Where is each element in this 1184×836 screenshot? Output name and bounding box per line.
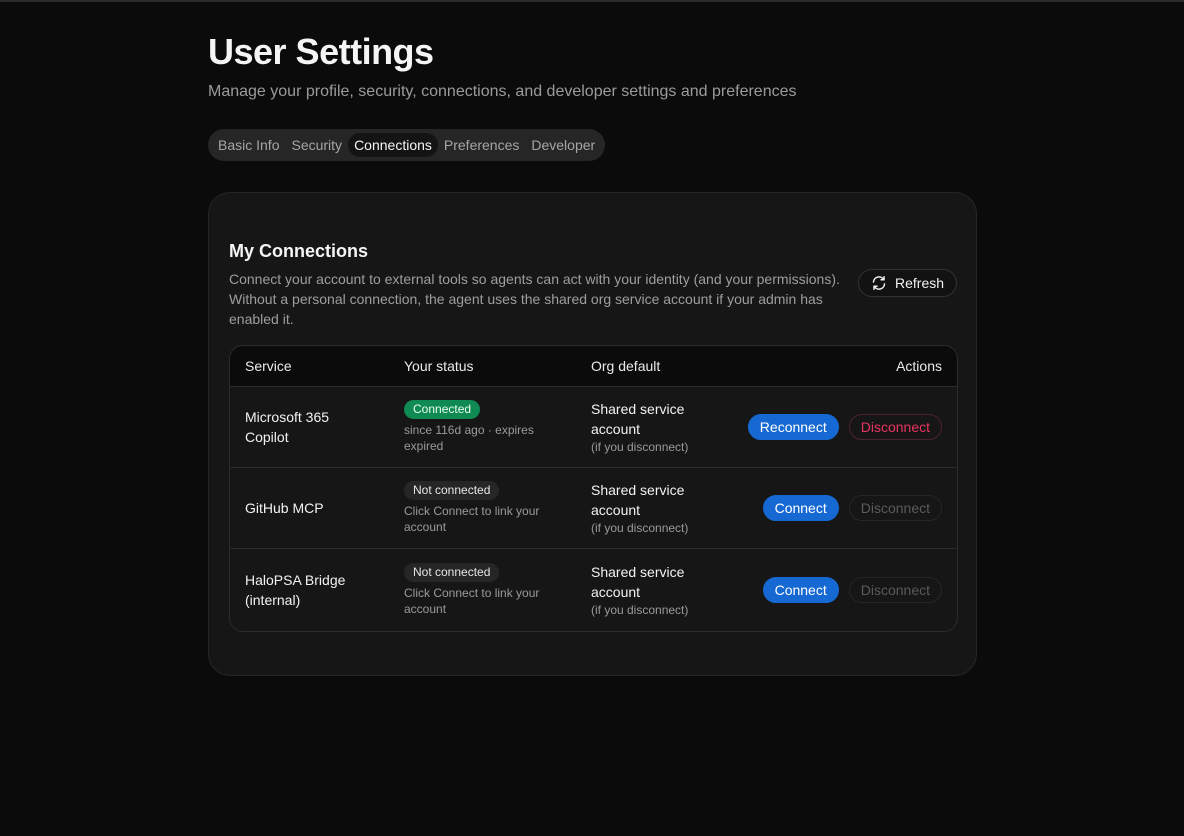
- service-name: HaloPSA Bridge (internal): [245, 572, 346, 608]
- page-subtitle: Manage your profile, security, connectio…: [208, 83, 797, 100]
- org-default-cell: Shared service account (if you disconnec…: [591, 480, 711, 536]
- column-header-status: Your status: [404, 358, 474, 374]
- status-cell: Not connected Click Connect to link your…: [404, 563, 564, 617]
- status-cell: Connected since 116d ago · expires expir…: [404, 400, 564, 454]
- actions-cell: Connect Disconnect: [762, 577, 942, 603]
- connections-card: My Connections Connect your account to e…: [208, 192, 977, 676]
- org-default: Shared service account: [591, 564, 685, 600]
- service-name: Microsoft 365 Copilot: [245, 409, 330, 445]
- table-row: HaloPSA Bridge (internal) Not connected …: [230, 549, 957, 631]
- org-default-cell: Shared service account (if you disconnec…: [591, 399, 711, 455]
- connect-button[interactable]: Connect: [762, 495, 839, 521]
- table-row: GitHub MCP Not connected Click Connect t…: [230, 468, 957, 549]
- reconnect-button[interactable]: Reconnect: [747, 414, 839, 440]
- disconnect-button[interactable]: Disconnect: [848, 414, 942, 440]
- org-default: Shared service account: [591, 482, 685, 518]
- refresh-label: Refresh: [895, 275, 945, 291]
- status-badge: Not connected: [404, 481, 500, 500]
- tab-security[interactable]: Security: [285, 133, 348, 157]
- actions-cell: Connect Disconnect: [762, 495, 942, 521]
- status-note: since 116d ago · expires expired: [404, 423, 534, 453]
- actions-cell: Reconnect Disconnect: [747, 414, 942, 440]
- tab-connections[interactable]: Connections: [348, 133, 438, 157]
- column-header-service: Service: [245, 358, 292, 374]
- tab-basic-info[interactable]: Basic Info: [212, 133, 285, 157]
- org-default: Shared service account: [591, 401, 685, 437]
- settings-tabs: Basic Info Security Connections Preferen…: [208, 129, 606, 161]
- top-border: [0, 0, 1184, 2]
- tab-preferences[interactable]: Preferences: [438, 133, 525, 157]
- table-row: Microsoft 365 Copilot Connected since 11…: [230, 387, 957, 468]
- org-default-note: (if you disconnect): [591, 521, 689, 535]
- card-title: My Connections: [229, 241, 369, 261]
- status-note: Click Connect to link your account: [404, 586, 540, 616]
- card-description: Connect your account to external tools s…: [229, 271, 840, 327]
- card-header: My Connections Connect your account to e…: [229, 241, 849, 329]
- status-badge: Connected: [404, 400, 481, 419]
- org-default-note: (if you disconnect): [591, 603, 689, 617]
- refresh-icon: [872, 276, 886, 290]
- status-badge: Not connected: [404, 563, 500, 582]
- connect-button[interactable]: Connect: [762, 577, 839, 603]
- tab-developer[interactable]: Developer: [525, 133, 601, 157]
- org-default-cell: Shared service account (if you disconnec…: [591, 562, 711, 618]
- disconnect-button: Disconnect: [848, 495, 942, 521]
- refresh-button[interactable]: Refresh: [858, 269, 958, 297]
- service-name: GitHub MCP: [245, 500, 324, 516]
- column-header-actions: Actions: [896, 358, 942, 374]
- connections-table: Service Your status Org default Actions …: [229, 345, 958, 632]
- settings-page: User Settings Manage your profile, secur…: [208, 31, 977, 676]
- page-title: User Settings: [208, 31, 434, 72]
- status-note: Click Connect to link your account: [404, 504, 540, 534]
- table-header: Service Your status Org default Actions: [230, 346, 957, 387]
- column-header-org-default: Org default: [591, 358, 661, 374]
- org-default-note: (if you disconnect): [591, 440, 689, 454]
- status-cell: Not connected Click Connect to link your…: [404, 481, 564, 535]
- disconnect-button: Disconnect: [848, 577, 942, 603]
